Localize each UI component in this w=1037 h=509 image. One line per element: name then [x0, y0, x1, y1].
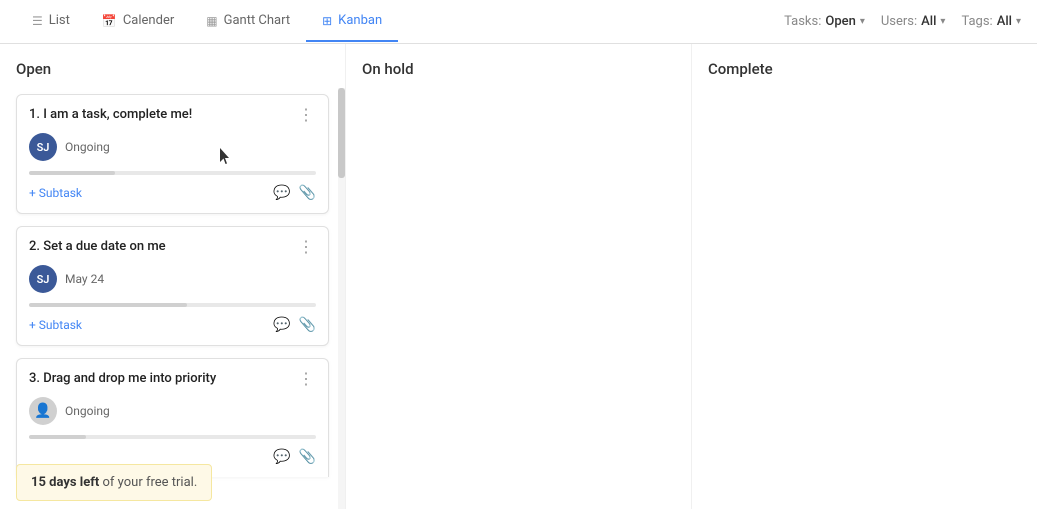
tags-filter-arrow: ▾: [1016, 16, 1021, 27]
card-1-avatar: SJ: [29, 133, 57, 161]
card-1-status: Ongoing: [65, 140, 110, 154]
card-2-status: May 24: [65, 272, 104, 286]
cards-open: 1. I am a task, complete me! ⋮ SJ Ongoin…: [16, 94, 329, 477]
card-2: 2. Set a due date on me ⋮ SJ May 24 + Su…: [16, 226, 329, 346]
tab-gantt-label: Gantt Chart: [224, 13, 291, 28]
card-1-menu[interactable]: ⋮: [296, 107, 316, 123]
users-filter-value: All: [921, 14, 936, 29]
card-2-comment-icon[interactable]: 💬: [273, 317, 290, 333]
card-3: 3. Drag and drop me into priority ⋮ 👤 On…: [16, 358, 329, 477]
card-3-meta: 👤 Ongoing: [29, 397, 316, 425]
tasks-filter-label: Tasks:: [784, 14, 821, 29]
card-1-avatar-initials: SJ: [37, 141, 50, 154]
card-3-progress-bar: [29, 435, 316, 439]
users-filter-label: Users:: [881, 14, 917, 29]
calender-icon: 📅: [102, 14, 117, 28]
tags-filter[interactable]: Tags: All ▾: [961, 14, 1021, 29]
card-1-title: 1. I am a task, complete me!: [29, 107, 296, 122]
gantt-icon: ▦: [206, 14, 217, 28]
main-content: Open 1. I am a task, complete me! ⋮ SJ: [0, 44, 1037, 509]
scrollbar-thumb[interactable]: [338, 88, 345, 178]
card-1-comment-icon[interactable]: 💬: [273, 185, 290, 201]
kanban-board: Open 1. I am a task, complete me! ⋮ SJ: [0, 44, 1037, 509]
card-2-avatar: SJ: [29, 265, 57, 293]
card-3-header: 3. Drag and drop me into priority ⋮: [29, 371, 316, 387]
list-icon: ☰: [32, 14, 43, 28]
tab-calender-label: Calender: [123, 13, 174, 28]
card-2-title: 2. Set a due date on me: [29, 239, 296, 254]
column-open: Open 1. I am a task, complete me! ⋮ SJ: [0, 44, 346, 509]
nav-filters: Tasks: Open ▾ Users: All ▾ Tags: All ▾: [784, 14, 1021, 29]
card-1-meta: SJ Ongoing: [29, 133, 316, 161]
tab-kanban[interactable]: ⊞ Kanban: [306, 1, 398, 42]
tasks-filter-value: Open: [825, 14, 855, 29]
tab-gantt[interactable]: ▦ Gantt Chart: [190, 1, 306, 42]
card-1-attachment-icon[interactable]: 📎: [299, 185, 316, 201]
column-on-hold: On hold: [346, 44, 692, 509]
card-1-icons: 💬 📎: [273, 185, 316, 201]
card-1: 1. I am a task, complete me! ⋮ SJ Ongoin…: [16, 94, 329, 214]
card-1-subtask-btn[interactable]: + Subtask: [29, 186, 82, 200]
card-2-header: 2. Set a due date on me ⋮: [29, 239, 316, 255]
card-3-status: Ongoing: [65, 404, 110, 418]
card-2-icons: 💬 📎: [273, 317, 316, 333]
card-3-progress-fill: [29, 435, 86, 439]
card-2-avatar-initials: SJ: [37, 273, 50, 286]
card-2-meta: SJ May 24: [29, 265, 316, 293]
column-open-header: Open: [16, 60, 329, 78]
card-2-menu[interactable]: ⋮: [296, 239, 316, 255]
card-1-actions: + Subtask 💬 📎: [29, 185, 316, 201]
trial-bold-text: 15 days left: [31, 475, 99, 490]
card-2-subtask-btn[interactable]: + Subtask: [29, 318, 82, 332]
column-complete-header: Complete: [708, 60, 1021, 78]
card-2-progress-bar: [29, 303, 316, 307]
card-3-avatar-icon: 👤: [34, 403, 51, 419]
card-3-avatar: 👤: [29, 397, 57, 425]
card-3-icons: 💬 📎: [273, 449, 316, 465]
card-3-menu[interactable]: ⋮: [296, 371, 316, 387]
tab-kanban-label: Kanban: [338, 13, 382, 28]
card-3-attachment-icon[interactable]: 📎: [299, 449, 316, 465]
trial-banner: 15 days left of your free trial.: [16, 464, 212, 501]
tags-filter-label: Tags:: [961, 14, 992, 29]
tab-list-label: List: [49, 13, 70, 28]
card-1-progress-fill: [29, 171, 115, 175]
tags-filter-value: All: [997, 14, 1012, 29]
users-filter-arrow: ▾: [940, 16, 945, 27]
scrollbar-track[interactable]: [338, 88, 345, 509]
column-complete: Complete: [692, 44, 1037, 509]
tab-calender[interactable]: 📅 Calender: [86, 1, 190, 42]
tasks-filter[interactable]: Tasks: Open ▾: [784, 14, 865, 29]
tab-list[interactable]: ☰ List: [16, 1, 86, 42]
tasks-filter-arrow: ▾: [860, 16, 865, 27]
card-3-actions: 💬 📎: [29, 449, 316, 465]
card-3-title: 3. Drag and drop me into priority: [29, 371, 296, 386]
nav-tabs: ☰ List 📅 Calender ▦ Gantt Chart ⊞ Kanban: [16, 1, 398, 42]
card-1-progress-bar: [29, 171, 316, 175]
card-2-actions: + Subtask 💬 📎: [29, 317, 316, 333]
card-2-attachment-icon[interactable]: 📎: [299, 317, 316, 333]
card-2-progress-fill: [29, 303, 187, 307]
top-navigation: ☰ List 📅 Calender ▦ Gantt Chart ⊞ Kanban…: [0, 0, 1037, 44]
users-filter[interactable]: Users: All ▾: [881, 14, 946, 29]
card-1-header: 1. I am a task, complete me! ⋮: [29, 107, 316, 123]
column-on-hold-header: On hold: [362, 60, 675, 78]
trial-rest-text: of your free trial.: [99, 475, 197, 490]
card-3-comment-icon[interactable]: 💬: [273, 449, 290, 465]
kanban-icon: ⊞: [322, 14, 332, 28]
